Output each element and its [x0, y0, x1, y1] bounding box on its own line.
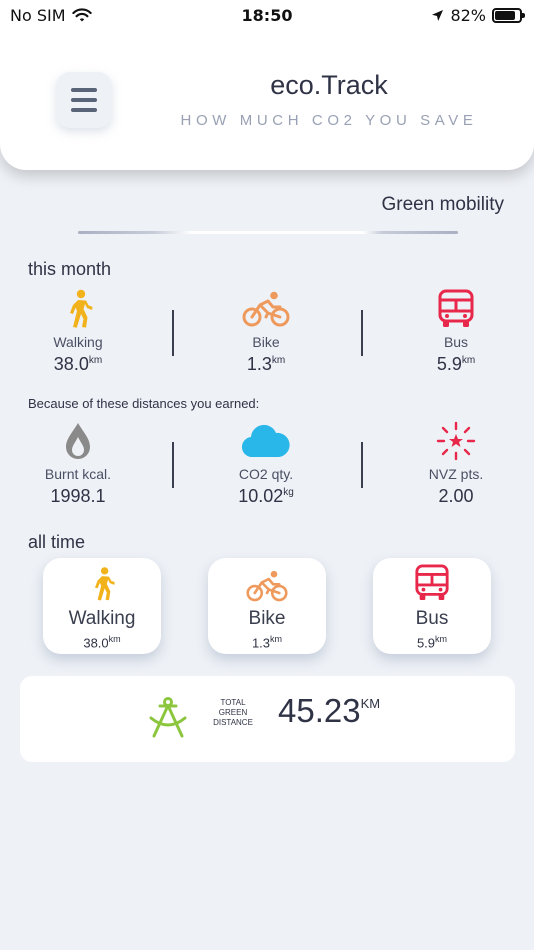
separator: [172, 442, 174, 488]
mode-value: 1.3km: [246, 354, 286, 374]
mode-label: Bus: [443, 334, 469, 350]
status-bar: No SIM 18:50 82%: [0, 0, 534, 32]
card-label: Walking: [68, 608, 136, 629]
earned-value: 10.02kg: [238, 486, 294, 506]
earned-label: CO2 qty.: [238, 466, 294, 482]
bicycle-icon: [186, 288, 346, 330]
total-distance-card: TOTAL GREEN DISTANCE 45.23KM: [20, 676, 515, 762]
this-month-walking: Walking 38.0km: [0, 288, 158, 375]
cloud-icon: [186, 420, 346, 462]
earned-label: NVZ pts.: [428, 466, 484, 482]
divider: [78, 231, 458, 234]
app-title: eco.Track: [270, 70, 388, 100]
all-time-bike-card[interactable]: Bike 1.3km: [208, 558, 326, 654]
walking-person-icon: [0, 288, 158, 330]
this-month-heading: this month: [28, 259, 112, 279]
mode-label: Bike: [252, 334, 280, 350]
earned-label: Burnt kcal.: [44, 466, 112, 482]
compass-icon: [148, 696, 188, 744]
all-time-heading: all time: [28, 532, 86, 552]
menu-button[interactable]: [56, 72, 112, 128]
separator: [361, 310, 363, 356]
bus-icon: [373, 558, 491, 602]
battery-percent: 82%: [450, 6, 486, 25]
total-value: 45.23KM: [278, 692, 381, 729]
sparkle-star-icon: [376, 420, 534, 462]
menu-bar-icon: [71, 98, 97, 102]
earned-value: 1998.1: [50, 486, 106, 506]
card-value: 5.9km: [416, 634, 448, 651]
walking-person-icon: [43, 558, 161, 602]
battery-level: [495, 11, 515, 20]
this-month-bus: Bus 5.9km: [376, 288, 534, 375]
earned-nvz-pts: NVZ pts. 2.00: [376, 420, 534, 507]
this-month-bike: Bike 1.3km: [186, 288, 346, 375]
separator: [172, 310, 174, 356]
location-arrow-icon: [432, 10, 444, 21]
card-label: Bus: [415, 608, 449, 629]
earned-note: Because of these distances you earned:: [28, 396, 260, 411]
all-time-walking-card[interactable]: Walking 38.0km: [43, 558, 161, 654]
earned-co2-qty: CO2 qty. 10.02kg: [186, 420, 346, 507]
mode-value: 5.9km: [436, 354, 476, 374]
card-label: Bike: [248, 608, 286, 629]
mode-label: Walking: [53, 334, 103, 350]
menu-bar-icon: [71, 88, 97, 92]
menu-bar-icon: [71, 108, 97, 112]
flame-drop-icon: [0, 420, 158, 462]
total-label: TOTAL GREEN DISTANCE: [213, 698, 253, 727]
section-title: Green mobility: [381, 194, 505, 215]
separator: [361, 442, 363, 488]
app-subtitle: HOW MUCH CO2 YOU SAVE: [180, 112, 478, 129]
battery-icon: [492, 8, 525, 23]
status-right: 82%: [431, 6, 525, 25]
card-value: 1.3km: [251, 634, 283, 651]
mode-value: 38.0km: [53, 354, 103, 374]
earned-burnt-kcal: Burnt kcal. 1998.1: [0, 420, 158, 507]
card-value: 38.0km: [83, 634, 121, 651]
bicycle-icon: [208, 558, 326, 602]
bus-icon: [376, 288, 534, 330]
earned-value: 2.00: [438, 486, 474, 506]
all-time-bus-card[interactable]: Bus 5.9km: [373, 558, 491, 654]
